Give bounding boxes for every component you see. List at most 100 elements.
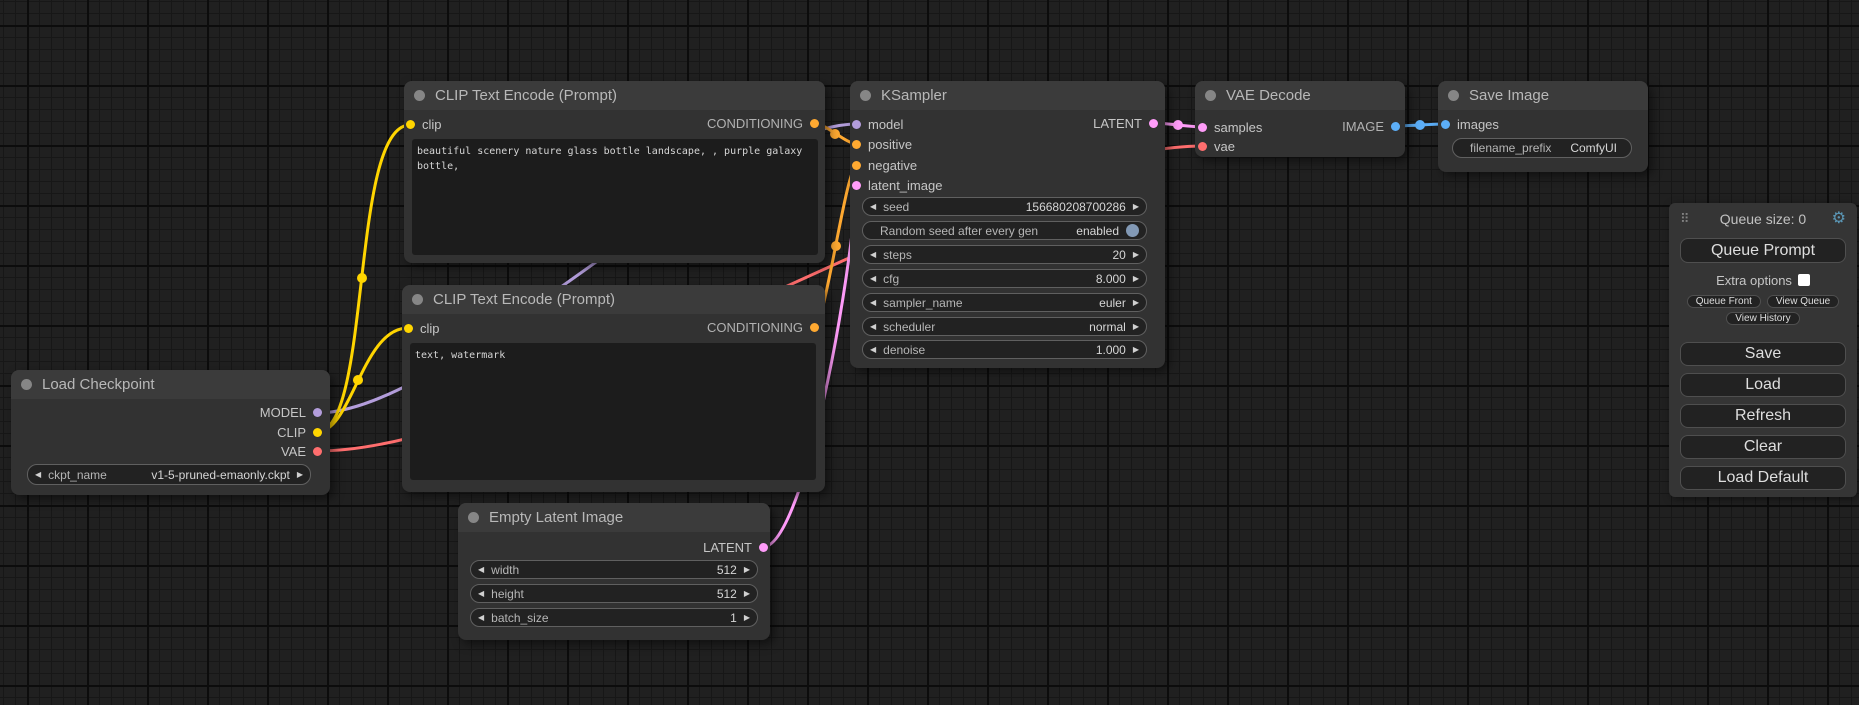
widget-sampler-name[interactable]: ◀ sampler_name euler ▶	[862, 293, 1147, 312]
output-dot-vae[interactable]	[313, 447, 322, 456]
widget-filename-prefix[interactable]: filename_prefix ComfyUI	[1452, 138, 1632, 158]
graph-canvas[interactable]: Load Checkpoint MODEL CLIP VAE ◀ ckpt_na…	[0, 0, 1859, 705]
input-dot-model[interactable]	[852, 120, 861, 129]
decrement-arrow-icon[interactable]: ◀	[478, 614, 484, 622]
queue-prompt-button[interactable]: Queue Prompt	[1680, 238, 1846, 263]
input-dot-images[interactable]	[1441, 120, 1450, 129]
node-title-bar[interactable]: CLIP Text Encode (Prompt)	[404, 81, 825, 110]
clear-button[interactable]: Clear	[1680, 435, 1846, 459]
input-dot-samples[interactable]	[1198, 123, 1207, 132]
widget-seed[interactable]: ◀ seed 156680208700286 ▶	[862, 197, 1147, 216]
load-default-button[interactable]: Load Default	[1680, 466, 1846, 490]
decrement-arrow-icon[interactable]: ◀	[478, 566, 484, 574]
extra-options-checkbox[interactable]	[1798, 274, 1810, 286]
prompt-textarea[interactable]: text, watermark	[410, 343, 816, 480]
increment-arrow-icon[interactable]: ▶	[744, 590, 750, 598]
input-dot-clip[interactable]	[406, 120, 415, 129]
increment-arrow-icon[interactable]: ▶	[1133, 346, 1139, 354]
output-dot-clip[interactable]	[313, 428, 322, 437]
output-dot-latent[interactable]	[1149, 119, 1158, 128]
view-history-button[interactable]: View History	[1726, 312, 1799, 325]
output-dot-model[interactable]	[313, 408, 322, 417]
increment-arrow-icon[interactable]: ▶	[1133, 299, 1139, 307]
input-label: latent_image	[868, 178, 942, 193]
widget-value: 512	[717, 563, 737, 577]
node-title-bar[interactable]: Load Checkpoint	[11, 370, 330, 399]
node-empty-latent-image[interactable]: Empty Latent Image LATENT ◀ width 512 ▶ …	[458, 503, 770, 640]
increment-arrow-icon[interactable]: ▶	[744, 614, 750, 622]
node-load-checkpoint[interactable]: Load Checkpoint MODEL CLIP VAE ◀ ckpt_na…	[11, 370, 330, 495]
collapse-dot[interactable]	[412, 294, 423, 305]
node-clip-text-encode-negative[interactable]: CLIP Text Encode (Prompt) clip CONDITION…	[402, 285, 825, 492]
decrement-arrow-icon[interactable]: ◀	[35, 471, 41, 479]
queue-front-button[interactable]: Queue Front	[1687, 295, 1761, 308]
widget-random-seed-toggle[interactable]: Random seed after every gen enabled	[862, 221, 1147, 240]
decrement-arrow-icon[interactable]: ◀	[870, 323, 876, 331]
refresh-button[interactable]: Refresh	[1680, 404, 1846, 428]
collapse-dot[interactable]	[414, 90, 425, 101]
increment-arrow-icon[interactable]: ▶	[297, 471, 303, 479]
widget-denoise[interactable]: ◀ denoise 1.000 ▶	[862, 340, 1147, 359]
widget-value: ComfyUI	[1570, 141, 1617, 155]
increment-arrow-icon[interactable]: ▶	[1133, 275, 1139, 283]
input-dot-vae[interactable]	[1198, 142, 1207, 151]
node-title-bar[interactable]: VAE Decode	[1195, 81, 1405, 110]
node-title-bar[interactable]: CLIP Text Encode (Prompt)	[402, 285, 825, 314]
save-button[interactable]: Save	[1680, 342, 1846, 366]
decrement-arrow-icon[interactable]: ◀	[870, 346, 876, 354]
decrement-arrow-icon[interactable]: ◀	[870, 203, 876, 211]
widget-batch-size[interactable]: ◀ batch_size 1 ▶	[470, 608, 758, 627]
input-dot-clip[interactable]	[404, 324, 413, 333]
collapse-dot[interactable]	[1448, 90, 1459, 101]
output-slot-latent: LATENT	[1093, 116, 1158, 130]
input-slot-images: images	[1441, 117, 1499, 131]
output-slot-latent: LATENT	[703, 540, 768, 554]
decrement-arrow-icon[interactable]: ◀	[870, 251, 876, 259]
node-save-image[interactable]: Save Image images filename_prefix ComfyU…	[1438, 81, 1648, 172]
view-queue-button[interactable]: View Queue	[1767, 295, 1839, 308]
collapse-dot[interactable]	[21, 379, 32, 390]
output-label: LATENT	[1093, 116, 1142, 131]
increment-arrow-icon[interactable]: ▶	[1133, 251, 1139, 259]
increment-arrow-icon[interactable]: ▶	[744, 566, 750, 574]
input-dot-negative[interactable]	[852, 161, 861, 170]
widget-width[interactable]: ◀ width 512 ▶	[470, 560, 758, 579]
output-dot-conditioning[interactable]	[810, 119, 819, 128]
node-ksampler[interactable]: KSampler model positive negative latent_…	[850, 81, 1165, 368]
output-dot-conditioning[interactable]	[810, 323, 819, 332]
collapse-dot[interactable]	[1205, 90, 1216, 101]
collapse-dot[interactable]	[860, 90, 871, 101]
increment-arrow-icon[interactable]: ▶	[1133, 203, 1139, 211]
node-title-bar[interactable]: Empty Latent Image	[458, 503, 770, 532]
node-title: CLIP Text Encode (Prompt)	[433, 291, 615, 308]
extra-options-label: Extra options	[1716, 273, 1792, 288]
prompt-textarea[interactable]: beautiful scenery nature glass bottle la…	[412, 139, 818, 255]
input-label: model	[868, 117, 903, 132]
decrement-arrow-icon[interactable]: ◀	[870, 275, 876, 283]
output-dot-image[interactable]	[1391, 122, 1400, 131]
input-slot-samples: samples	[1198, 120, 1262, 134]
widget-scheduler[interactable]: ◀ scheduler normal ▶	[862, 317, 1147, 336]
widget-value: euler	[1099, 296, 1126, 310]
node-title: Save Image	[1469, 87, 1549, 104]
node-title-bar[interactable]: KSampler	[850, 81, 1165, 110]
input-dot-latent-image[interactable]	[852, 181, 861, 190]
decrement-arrow-icon[interactable]: ◀	[478, 590, 484, 598]
input-dot-positive[interactable]	[852, 140, 861, 149]
widget-value: enabled	[1076, 224, 1119, 238]
widget-steps[interactable]: ◀ steps 20 ▶	[862, 245, 1147, 264]
link-midpoint-dot	[1415, 120, 1425, 130]
widget-ckpt-name[interactable]: ◀ ckpt_name v1-5-pruned-emaonly.ckpt ▶	[27, 464, 311, 485]
settings-gear-icon[interactable]: ⚙	[1832, 211, 1846, 227]
collapse-dot[interactable]	[468, 512, 479, 523]
toggle-indicator[interactable]	[1126, 224, 1139, 237]
decrement-arrow-icon[interactable]: ◀	[870, 299, 876, 307]
node-title-bar[interactable]: Save Image	[1438, 81, 1648, 110]
increment-arrow-icon[interactable]: ▶	[1133, 323, 1139, 331]
node-vae-decode[interactable]: VAE Decode samples vae IMAGE	[1195, 81, 1405, 157]
widget-height[interactable]: ◀ height 512 ▶	[470, 584, 758, 603]
load-button[interactable]: Load	[1680, 373, 1846, 397]
output-dot-latent[interactable]	[759, 543, 768, 552]
node-clip-text-encode-positive[interactable]: CLIP Text Encode (Prompt) clip CONDITION…	[404, 81, 825, 263]
widget-cfg[interactable]: ◀ cfg 8.000 ▶	[862, 269, 1147, 288]
